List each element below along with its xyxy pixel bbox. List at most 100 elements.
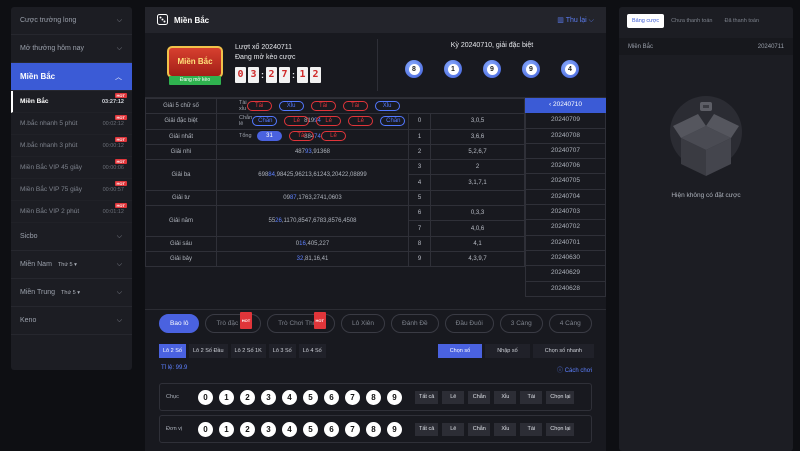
date-item[interactable]: 20240701 <box>525 235 606 251</box>
bet-type-tab[interactable]: Lô 2 Số Đầu <box>188 344 228 358</box>
bet-type-tab[interactable]: Lô 4 Số <box>298 344 326 358</box>
sidebar-subitem[interactable]: Miền Bắc 03:27:12 HOT <box>11 91 132 113</box>
date-item[interactable]: ‹ 20240710 <box>525 98 606 114</box>
game-tab[interactable]: 4 Càng <box>548 314 592 333</box>
quick-select-button[interactable]: Tất cả <box>415 390 439 404</box>
sidebar-subitem[interactable]: Miền Bắc VIP 2 phút 00:01:12 HOT <box>11 201 132 223</box>
game-tab[interactable]: Trò đặc sắc HOT <box>205 312 262 333</box>
quick-select-button[interactable]: Xỉu <box>494 390 517 404</box>
sidebar-item[interactable]: Miền Nam Thứ 5 ▾ ⌵ <box>11 251 132 279</box>
digit-ball[interactable]: 3 <box>261 389 276 405</box>
digit-ball[interactable]: 8 <box>366 389 381 405</box>
countdown-digit: 7 <box>279 67 290 83</box>
digit-ball[interactable]: 8 <box>366 421 381 437</box>
quick-select-button[interactable]: Chọn lại <box>546 422 575 436</box>
sidebar-subitem[interactable]: Miền Bắc VIP 45 giây 00:00:06 HOT <box>11 157 132 179</box>
date-item[interactable]: 20240703 <box>525 205 606 221</box>
sidebar-item[interactable]: Miền Trung Thứ 5 ▾ ⌵ <box>11 279 132 307</box>
digit-ball[interactable]: 7 <box>345 421 360 437</box>
quick-select-button[interactable]: Tài <box>520 390 543 404</box>
digit-ball[interactable]: 3 <box>261 421 276 437</box>
sidebar-subitem[interactable]: Miền Bắc VIP 75 giây 00:00:57 HOT <box>11 179 132 201</box>
digit-ball[interactable]: 9 <box>387 421 402 437</box>
date-item[interactable]: 20240629 <box>525 266 606 282</box>
bet-slip-tab[interactable]: Bảng cược <box>627 14 665 28</box>
game-tab[interactable]: Bao lô <box>159 314 200 333</box>
prize-prefix: 698 <box>258 171 269 178</box>
special-ball: 8 <box>405 60 423 78</box>
bet-game: Miền Bắc <box>628 43 654 50</box>
date-item[interactable]: 20240708 <box>525 128 606 144</box>
date-item[interactable]: 20240628 <box>525 281 606 297</box>
option-row: Chẵn lẻ Chẵn Lẻ Lẻ Lẻ Chẵn <box>217 113 406 128</box>
sidebar-item-mien-bac[interactable]: Miền Bắc ︿ <box>11 63 132 91</box>
game-tab[interactable]: Trò Chơi Thú Vị HOT <box>267 312 335 333</box>
digit-ball[interactable]: 6 <box>324 389 339 405</box>
quick-select-button[interactable]: Tất cả <box>415 422 439 436</box>
date-item[interactable]: 20240705 <box>525 174 606 190</box>
weekday-select[interactable]: Thứ 5 ▾ <box>58 262 77 268</box>
picker-label: Đơn vị <box>166 426 183 432</box>
digit-ball[interactable]: 2 <box>240 421 255 437</box>
quick-select-button[interactable]: Chẵn <box>468 390 491 404</box>
digit-ball[interactable]: 2 <box>240 389 255 405</box>
sidebar-item[interactable]: Keno ⌵ <box>11 307 132 335</box>
hot-badge: HOT <box>114 203 127 208</box>
quick-select-button[interactable]: Xỉu <box>494 422 517 436</box>
game-tab[interactable]: Đầu Đuôi <box>444 314 494 333</box>
hot-badge: HOT <box>114 137 127 142</box>
date-item[interactable]: 20240709 <box>525 113 606 129</box>
bet-type-tab[interactable]: Lô 2 Số 1K <box>230 344 266 358</box>
digit-ball[interactable]: 4 <box>282 389 297 405</box>
input-mode-button[interactable]: Nhập số <box>485 344 530 358</box>
date-item[interactable]: 20240702 <box>525 220 606 236</box>
countdown-digit: 2 <box>266 67 277 83</box>
sidebar-subitem[interactable]: M.bắc nhanh 3 phút 00:00:12 HOT <box>11 135 132 157</box>
bet-type-tab[interactable]: Lô 3 Số <box>268 344 296 358</box>
digit-ball[interactable]: 5 <box>303 421 318 437</box>
tail-digits <box>430 189 525 207</box>
how-to-play-link[interactable]: ⓘ Cách chơi <box>557 365 592 379</box>
digit-ball[interactable]: 0 <box>198 389 213 405</box>
bet-slip-tab[interactable]: Chưa thanh toán <box>666 14 717 28</box>
input-mode-button[interactable]: Chọn số nhanh <box>532 344 594 358</box>
digit-ball[interactable]: 1 <box>219 421 234 437</box>
game-tab[interactable]: 3 Càng <box>499 314 543 333</box>
date-item[interactable]: 20240630 <box>525 250 606 267</box>
prize-rest: ,1763,2741,0603 <box>296 194 342 201</box>
game-tab[interactable]: Lô Xiên <box>340 314 386 333</box>
digit-ball[interactable]: 4 <box>282 421 297 437</box>
date-item[interactable]: 20240707 <box>525 143 606 160</box>
digit-ball[interactable]: 6 <box>324 421 339 437</box>
quick-select-button[interactable]: Lẻ <box>442 422 465 436</box>
bet-slip-tab[interactable]: Đã thanh toán <box>719 14 764 28</box>
sidebar-item-label: Miền Trung <box>20 289 56 296</box>
sidebar-item[interactable]: Sicbo ⌵ <box>11 223 132 251</box>
date-item[interactable]: 20240706 <box>525 159 606 175</box>
sidebar-item-today[interactable]: Mở thưởng hôm nay ⌵ <box>11 35 132 63</box>
collapse-button[interactable]: ▥ Thu lại ⌵ <box>557 16 594 25</box>
digit-ball[interactable]: 9 <box>387 389 402 405</box>
bet-type-tab[interactable]: Lô 2 Số <box>159 344 186 358</box>
hot-badge: HOT <box>114 115 127 120</box>
game-tab[interactable]: Đánh Đề <box>391 314 439 333</box>
head-digit: 4 <box>408 174 431 191</box>
input-mode-button[interactable]: Chọn số <box>437 344 483 358</box>
digit-ball[interactable]: 1 <box>219 389 234 405</box>
turn-label: Lượt xổ 20240711 <box>235 44 293 51</box>
digit-ball[interactable]: 7 <box>345 389 360 405</box>
quick-select-button[interactable]: Chẵn <box>468 422 491 436</box>
quick-select-button[interactable]: Chọn lại <box>546 390 575 404</box>
quick-select-button[interactable]: Lẻ <box>442 390 465 404</box>
weekday-select[interactable]: Thứ 5 ▾ <box>61 290 80 296</box>
sidebar-item-long-bet[interactable]: Cược trường long ⌵ <box>11 7 132 35</box>
quick-select-button[interactable]: Tài <box>520 422 543 436</box>
date-item[interactable]: 20240704 <box>525 189 606 206</box>
prize-prefix: 487 <box>294 149 305 156</box>
game-tab-label: Bao lô <box>170 320 189 327</box>
head-digit: 7 <box>408 220 431 237</box>
digit-ball[interactable]: 0 <box>198 421 213 437</box>
prize-rest: ,405,227 <box>305 240 330 247</box>
sidebar-subitem[interactable]: M.bắc nhanh 5 phút 00:02:12 HOT <box>11 113 132 135</box>
digit-ball[interactable]: 5 <box>303 389 318 405</box>
